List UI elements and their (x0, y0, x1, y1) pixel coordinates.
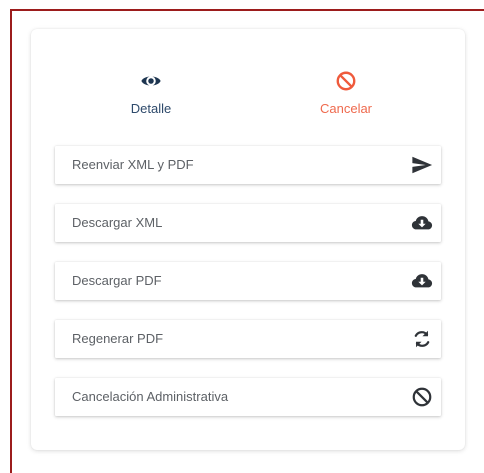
download-xml-button[interactable]: Descargar XML (55, 204, 441, 242)
cancelar-label: Cancelar (319, 101, 373, 116)
refresh-icon (414, 330, 430, 348)
cloud-download-icon (411, 274, 433, 288)
resend-xml-pdf-label: Reenviar XML y PDF (72, 157, 194, 172)
eye-icon (141, 76, 161, 86)
regenerate-pdf-button[interactable]: Regenerar PDF (55, 320, 441, 358)
resend-xml-pdf-button[interactable]: Reenviar XML y PDF (55, 146, 441, 184)
admin-cancel-button[interactable]: Cancelación Administrativa (55, 378, 441, 416)
send-icon (412, 156, 433, 174)
ban-icon (336, 71, 356, 91)
regenerate-pdf-label: Regenerar PDF (72, 331, 164, 346)
download-pdf-button[interactable]: Descargar PDF (55, 262, 441, 300)
download-xml-label: Descargar XML (72, 215, 163, 230)
detalle-button[interactable]: Detalle (96, 70, 206, 116)
ban-icon (412, 387, 432, 407)
admin-cancel-label: Cancelación Administrativa (72, 389, 229, 404)
detalle-label: Detalle (130, 101, 172, 116)
download-pdf-label: Descargar PDF (72, 273, 162, 288)
cloud-download-icon (411, 216, 433, 230)
cancelar-button[interactable]: Cancelar (291, 70, 401, 116)
